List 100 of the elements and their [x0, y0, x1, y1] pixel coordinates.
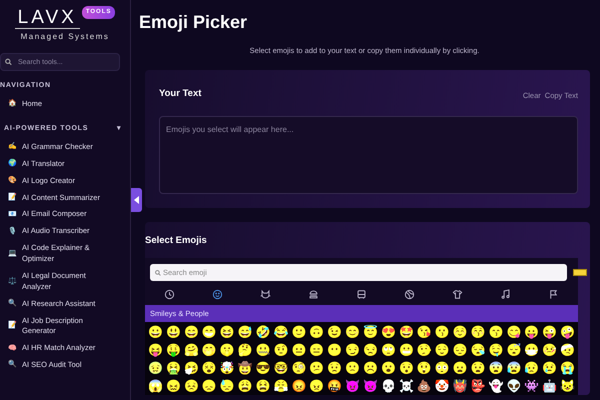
emoji-button[interactable]: 🤓: [272, 360, 290, 378]
emoji-button[interactable]: 😅: [236, 324, 254, 342]
emoji-button[interactable]: 🤥: [416, 342, 433, 360]
emoji-button[interactable]: 😷: [523, 342, 540, 360]
skin-tone-button[interactable]: [573, 269, 587, 276]
emoji-button[interactable]: 🤒: [541, 342, 558, 360]
emoji-button[interactable]: 😍: [380, 324, 397, 342]
emoji-button[interactable]: 😕: [308, 360, 326, 378]
emoji-button[interactable]: 😰: [505, 360, 522, 378]
emoji-button[interactable]: 😇: [362, 324, 379, 342]
emoji-button[interactable]: 🤣: [254, 324, 272, 342]
emoji-button[interactable]: 😬: [398, 342, 415, 360]
emoji-button[interactable]: 🙁: [344, 360, 361, 378]
category-tab[interactable]: [452, 289, 464, 300]
emoji-button[interactable]: 😜: [541, 324, 558, 342]
emoji-button[interactable]: 😱: [147, 378, 164, 396]
emoji-button[interactable]: 😵: [200, 360, 218, 378]
emoji-button[interactable]: 🤮: [164, 360, 182, 378]
emoji-button[interactable]: 🤗: [182, 342, 200, 360]
emoji-button[interactable]: 👿: [362, 378, 379, 396]
emoji-button[interactable]: 🤧: [182, 360, 200, 378]
emoji-button[interactable]: 🤬: [326, 378, 344, 396]
emoji-button[interactable]: 😆: [218, 324, 236, 342]
emoji-button[interactable]: 😶: [326, 342, 344, 360]
text-area[interactable]: Emojis you select will appear here...: [159, 116, 578, 194]
emoji-button[interactable]: 😘: [416, 324, 433, 342]
emoji-button[interactable]: 😮: [380, 360, 397, 378]
emoji-button[interactable]: 😲: [416, 360, 433, 378]
emoji-button[interactable]: 😓: [218, 378, 236, 396]
emoji-button[interactable]: 😂: [272, 324, 290, 342]
emoji-button[interactable]: 😈: [344, 378, 361, 396]
emoji-button[interactable]: 😪: [469, 342, 486, 360]
emoji-button[interactable]: 😡: [290, 378, 308, 396]
emoji-button[interactable]: 🤕: [559, 342, 576, 360]
emoji-button[interactable]: 😁: [200, 324, 218, 342]
emoji-button[interactable]: 🤭: [200, 342, 218, 360]
emoji-button[interactable]: 😉: [326, 324, 344, 342]
category-tab[interactable]: [308, 289, 319, 300]
emoji-button[interactable]: 😝: [147, 342, 164, 360]
emoji-button[interactable]: 🙂: [290, 324, 308, 342]
emoji-button[interactable]: 😑: [308, 342, 326, 360]
emoji-button[interactable]: 🤐: [254, 342, 272, 360]
emoji-button[interactable]: 😔: [452, 342, 468, 360]
emoji-button[interactable]: 😺: [559, 378, 576, 396]
emoji-button[interactable]: 🙄: [380, 342, 397, 360]
emoji-button[interactable]: 😭: [559, 360, 576, 378]
emoji-button[interactable]: 😴: [505, 342, 522, 360]
emoji-button[interactable]: 😟: [326, 360, 344, 378]
emoji-button[interactable]: 😏: [344, 342, 361, 360]
emoji-button[interactable]: 👺: [469, 378, 486, 396]
category-tab[interactable]: [260, 289, 271, 300]
emoji-button[interactable]: 🤔: [236, 342, 254, 360]
category-tab[interactable]: [548, 289, 560, 300]
emoji-button[interactable]: 🤯: [218, 360, 236, 378]
category-tab[interactable]: [404, 289, 416, 300]
collapse-sidebar-button[interactable]: [131, 188, 142, 212]
emoji-button[interactable]: 😛: [523, 324, 540, 342]
emoji-button[interactable]: 😌: [434, 342, 451, 360]
emoji-button[interactable]: 😯: [398, 360, 415, 378]
emoji-button[interactable]: 😎: [254, 360, 272, 378]
emoji-button[interactable]: 🤩: [398, 324, 415, 342]
emoji-button[interactable]: 😧: [469, 360, 486, 378]
emoji-button[interactable]: 😤: [272, 378, 290, 396]
emoji-button[interactable]: 🙃: [308, 324, 326, 342]
emoji-button[interactable]: 😞: [200, 378, 218, 396]
emoji-button[interactable]: ☠: [398, 378, 415, 396]
emoji-button[interactable]: 🤑: [164, 342, 182, 360]
category-tab[interactable]: [500, 289, 512, 300]
emoji-button[interactable]: 😗: [434, 324, 451, 342]
emoji-button[interactable]: 😳: [434, 360, 451, 378]
emoji-button[interactable]: 🧐: [290, 360, 308, 378]
emoji-button[interactable]: 😥: [523, 360, 540, 378]
emoji-button[interactable]: 😣: [182, 378, 200, 396]
emoji-button[interactable]: 😚: [469, 324, 486, 342]
emoji-button[interactable]: 🤨: [272, 342, 290, 360]
emoji-button[interactable]: 😖: [164, 378, 182, 396]
emoji-button[interactable]: 😄: [182, 324, 200, 342]
emoji-button[interactable]: 🤫: [218, 342, 236, 360]
emoji-button[interactable]: 😋: [505, 324, 522, 342]
emoji-button[interactable]: 😊: [344, 324, 361, 342]
emoji-button[interactable]: 👾: [523, 378, 540, 396]
emoji-button[interactable]: 😢: [541, 360, 558, 378]
emoji-button[interactable]: 😀: [147, 324, 164, 342]
category-tab[interactable]: [356, 289, 367, 300]
emoji-button[interactable]: 🤢: [147, 360, 164, 378]
category-tab[interactable]: [212, 289, 223, 300]
emoji-button[interactable]: 😫: [254, 378, 272, 396]
emoji-button[interactable]: 💀: [380, 378, 397, 396]
emoji-button[interactable]: 🤠: [236, 360, 254, 378]
emoji-button[interactable]: 😃: [164, 324, 182, 342]
emoji-button[interactable]: 👹: [452, 378, 468, 396]
emoji-button[interactable]: ☺: [452, 324, 468, 342]
emoji-button[interactable]: 🤖: [541, 378, 558, 396]
emoji-button[interactable]: 😒: [362, 342, 379, 360]
emoji-button[interactable]: 😨: [487, 360, 504, 378]
emoji-button[interactable]: 😐: [290, 342, 308, 360]
emoji-button[interactable]: 👻: [487, 378, 504, 396]
emoji-button[interactable]: 🤤: [487, 342, 504, 360]
emoji-button[interactable]: 🤡: [434, 378, 451, 396]
emoji-button[interactable]: 😩: [236, 378, 254, 396]
